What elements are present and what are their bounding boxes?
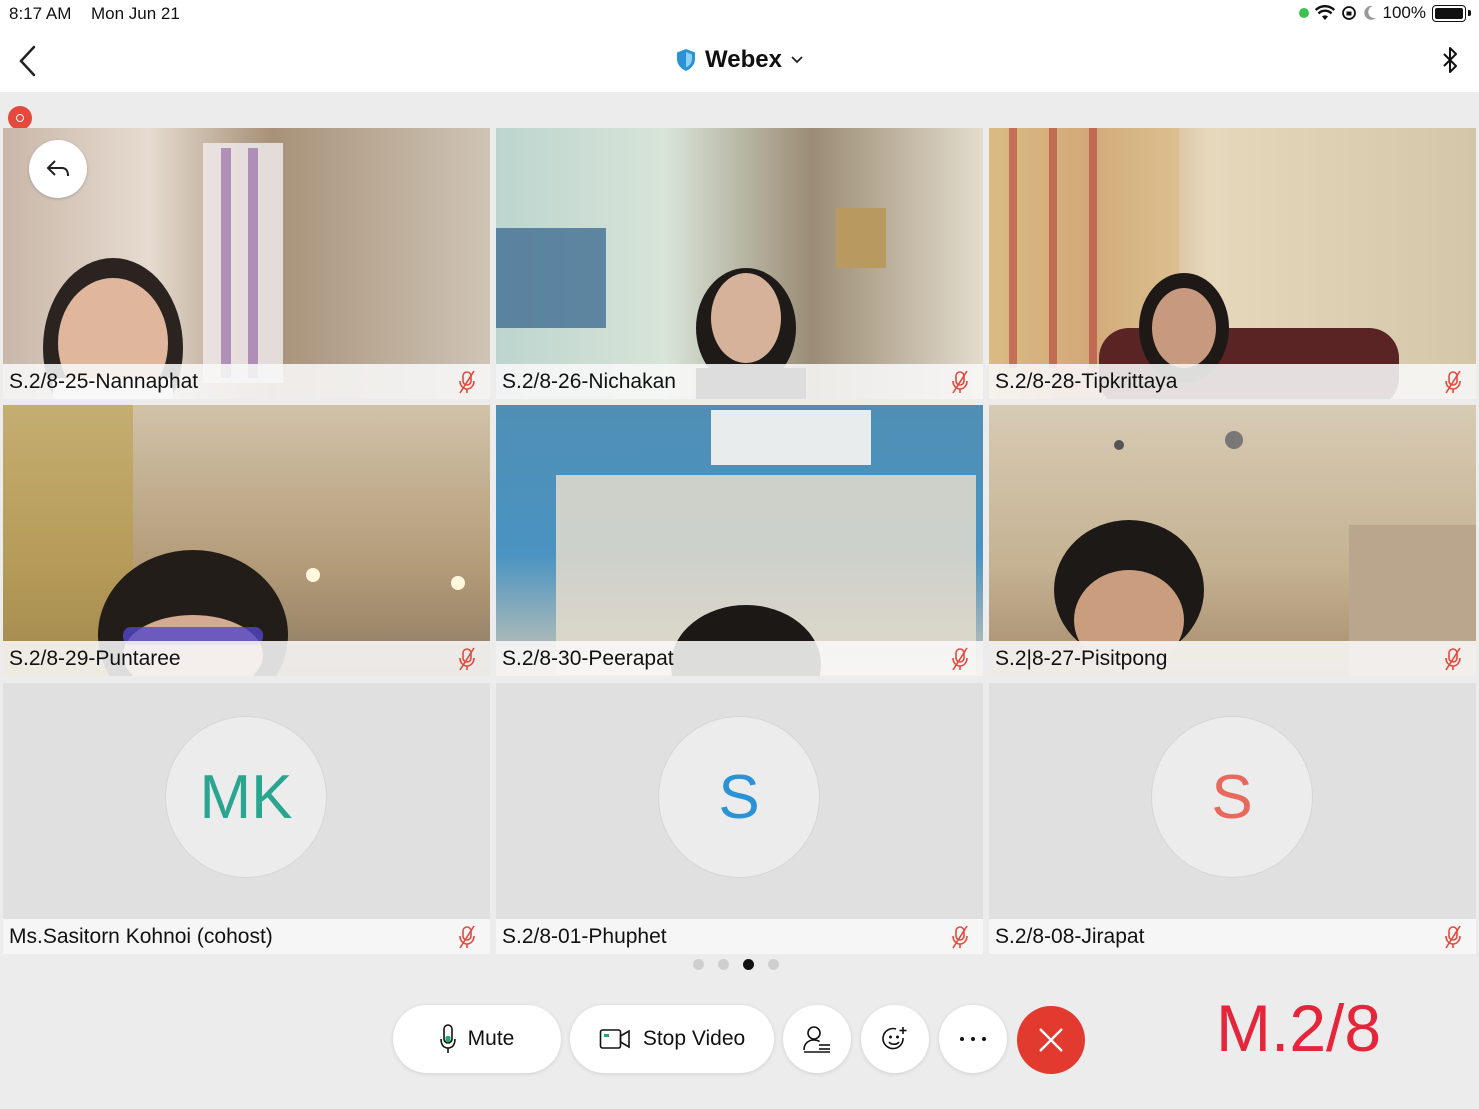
participant-label-bar: S.2/8-01-Phuphet	[496, 919, 983, 954]
participant-label-bar: S.2/8-29-Puntaree	[3, 641, 490, 676]
close-icon	[1039, 1028, 1063, 1052]
chevron-down-icon	[791, 56, 803, 64]
participants-button[interactable]	[783, 1005, 851, 1073]
leave-meeting-button[interactable]	[1017, 1006, 1085, 1074]
video-camera-icon	[599, 1029, 630, 1049]
avatar-tile[interactable]: MK Ms.Sasitorn Kohnoi (cohost)	[3, 683, 490, 954]
bluetooth-icon[interactable]	[1439, 44, 1461, 78]
meeting-title: Webex	[705, 46, 782, 73]
video-feed	[989, 128, 1399, 399]
participant-name: S.2/8-30-Peerapat	[502, 647, 674, 670]
status-time: 8:17 AM	[9, 4, 72, 23]
participant-name: S.2/8-01-Phuphet	[502, 925, 667, 948]
mute-button[interactable]: Mute	[393, 1005, 561, 1073]
avatar: MK	[165, 716, 327, 878]
video-feed	[1054, 431, 1476, 676]
more-options-button[interactable]	[939, 1005, 1007, 1073]
muted-mic-icon	[459, 647, 475, 671]
participant-label-bar: S.2/8-26-Nichakan	[496, 364, 983, 399]
participant-label-bar: S.2/8-25-Nannaphat	[3, 364, 490, 399]
do-not-disturb-moon-icon	[1363, 5, 1376, 20]
recording-indicator-icon	[8, 106, 32, 130]
participants-list-icon	[803, 1026, 830, 1053]
participant-label-bar: S.2/8-28-Tipkrittaya	[989, 364, 1476, 399]
page-dot[interactable]	[693, 959, 704, 970]
participant-name: S.2/8-25-Nannaphat	[9, 370, 199, 393]
video-feed	[496, 208, 886, 399]
participant-name: Ms.Sasitorn Kohnoi (cohost)	[9, 925, 273, 948]
participant-name: S.2|8-27-Pisitpong	[995, 647, 1168, 670]
muted-mic-icon	[952, 647, 968, 671]
emoji-reaction-icon	[882, 1027, 907, 1050]
muted-mic-icon	[952, 925, 968, 949]
status-date: Mon Jun 21	[91, 4, 180, 23]
reply-arrow-icon	[46, 160, 69, 177]
stop-video-button[interactable]: Stop Video	[570, 1005, 774, 1073]
avatar-tile[interactable]: S S.2/8-01-Phuphet	[496, 683, 983, 954]
video-tile[interactable]: S.2/8-26-Nichakan	[496, 128, 983, 399]
muted-mic-icon	[1445, 925, 1461, 949]
video-tile[interactable]: S.2/8-30-Peerapat	[496, 405, 983, 676]
page-dot[interactable]	[718, 959, 729, 970]
status-bar: 8:17 AM Mon Jun 21 100%	[0, 0, 1479, 30]
avatar: S	[658, 716, 820, 878]
muted-mic-icon	[1445, 647, 1461, 671]
share-back-button[interactable]	[29, 140, 87, 198]
participant-label-bar: S.2/8-30-Peerapat	[496, 641, 983, 676]
muted-mic-icon	[459, 370, 475, 394]
participant-name: S.2/8-08-Jirapat	[995, 925, 1145, 948]
page-dot-active[interactable]	[743, 959, 754, 970]
wifi-icon	[1314, 5, 1335, 20]
video-tile[interactable]: S.2/8-25-Nannaphat	[3, 128, 490, 399]
avatar: S	[1151, 716, 1313, 878]
battery-cap	[1468, 10, 1471, 16]
video-tile[interactable]: S.2/8-28-Tipkrittaya	[989, 128, 1476, 399]
video-tile[interactable]: S.2|8-27-Pisitpong	[989, 405, 1476, 676]
video-feed	[556, 410, 976, 676]
participant-label-bar: S.2|8-27-Pisitpong	[989, 641, 1476, 676]
microphone-icon	[439, 1024, 456, 1053]
participant-name: S.2/8-29-Puntaree	[9, 647, 181, 670]
stop-video-label: Stop Video	[642, 1027, 746, 1050]
meeting-title-dropdown[interactable]: Webex	[0, 46, 1479, 74]
page-indicator[interactable]	[693, 959, 779, 970]
video-tile[interactable]: S.2/8-29-Puntaree	[3, 405, 490, 676]
class-overlay-label: M.2/8	[1216, 991, 1382, 1065]
mute-label: Mute	[467, 1027, 515, 1050]
muted-mic-icon	[1445, 370, 1461, 394]
participant-label-bar: Ms.Sasitorn Kohnoi (cohost)	[3, 919, 490, 954]
video-feed	[3, 405, 465, 676]
more-dots-icon	[960, 1037, 986, 1041]
meeting-header: Webex	[0, 30, 1479, 92]
battery-icon	[1432, 4, 1466, 22]
shield-icon	[677, 49, 696, 71]
camera-in-use-icon	[1298, 8, 1309, 18]
avatar-tile[interactable]: S S.2/8-08-Jirapat	[989, 683, 1476, 954]
participant-label-bar: S.2/8-08-Jirapat	[989, 919, 1476, 954]
status-indicators: 100%	[1298, 3, 1471, 23]
participant-name: S.2/8-26-Nichakan	[502, 370, 676, 393]
orientation-lock-icon	[1341, 6, 1356, 20]
muted-mic-icon	[952, 370, 968, 394]
participant-name: S.2/8-28-Tipkrittaya	[995, 370, 1178, 393]
muted-mic-icon	[459, 925, 475, 949]
reactions-button[interactable]	[861, 1005, 929, 1073]
battery-percent: 100%	[1382, 3, 1426, 22]
page-dot[interactable]	[768, 959, 779, 970]
